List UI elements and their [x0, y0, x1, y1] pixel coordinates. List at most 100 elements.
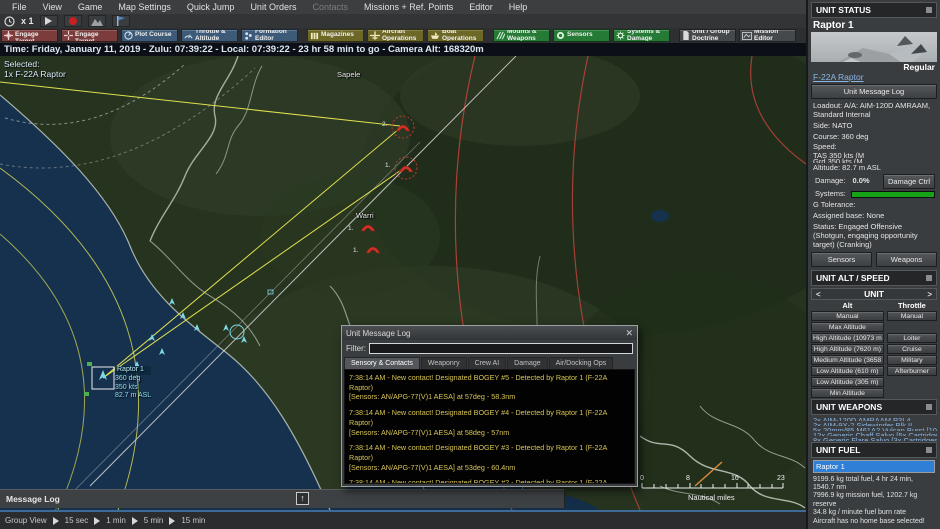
unit-fuel-header: UNIT FUEL: [811, 441, 937, 458]
aircraft-icon: [370, 31, 380, 40]
assigned-base-text: Assigned base: None: [813, 210, 885, 220]
interval-5min[interactable]: 5 min: [144, 516, 164, 525]
throttle-military-button[interactable]: Military: [886, 355, 937, 366]
step-15sec-icon[interactable]: [52, 516, 59, 525]
weapon-link-flare[interactable]: 8x Generic Flare Salvo [3x Cartridges, D…: [811, 436, 937, 441]
mission-editor-button[interactable]: Mission Editor: [739, 29, 796, 42]
alt-high-10973-button[interactable]: High Altitude (10973 m: [811, 333, 884, 344]
group-view-label[interactable]: Group View: [5, 516, 47, 525]
manual-engage-target-button[interactable]: Manual Engage Target: [61, 29, 118, 42]
throttle-cruise-button[interactable]: Cruise: [886, 344, 937, 355]
menu-quick-jump[interactable]: Quick Jump: [179, 2, 243, 12]
systems-damage-button[interactable]: Systems & Damage: [613, 29, 670, 42]
proficiency-label: Regular: [903, 62, 935, 73]
unit-status-panel: UNIT STATUS Raptor 1 Regular F-22A Rapto…: [806, 0, 940, 529]
fuel-total: 9199.6 kg total fuel, 4 hr 24 min, 1540.…: [813, 475, 914, 492]
unit-type-link[interactable]: F-22A Raptor: [811, 72, 937, 82]
svg-text:1.: 1.: [348, 225, 354, 232]
throttle-manual-button[interactable]: Manual: [886, 311, 937, 322]
throttle-altitude-button[interactable]: Throttle & Altitude: [181, 29, 238, 42]
flag-button[interactable]: [111, 15, 130, 27]
alt-column-header: Alt: [842, 301, 853, 311]
alt-high-7620-button[interactable]: High Altitude (7620 m): [811, 344, 884, 355]
unit-weapons-header: UNIT WEAPONS: [811, 399, 937, 416]
alt-low-305-button[interactable]: Low Altitude (305 m): [811, 377, 884, 388]
play-button[interactable]: [39, 15, 58, 27]
menu-game[interactable]: Game: [70, 2, 111, 12]
callout-speed: 350 kts: [115, 383, 138, 391]
doctrine-doc-icon: [683, 31, 689, 40]
auto-engage-icon: [4, 31, 13, 40]
alt-max-button[interactable]: Max Altitude: [811, 322, 884, 333]
unit-orders-toolbar: Auto Engage Target Manual Engage Target …: [0, 28, 806, 43]
time-compression-label: x 1: [21, 16, 34, 26]
fuel-unit-list[interactable]: Raptor 1: [813, 459, 935, 473]
menu-missions-ref-points[interactable]: Missions + Ref. Points: [356, 2, 461, 12]
interval-15min[interactable]: 15 min: [181, 516, 205, 525]
plot-course-button[interactable]: Plot Course: [121, 29, 178, 42]
magazines-button[interactable]: Magazines: [307, 29, 364, 42]
tab-air-docking-ops[interactable]: Air/Docking Ops: [548, 357, 614, 369]
svg-text:Nautical miles: Nautical miles: [688, 493, 735, 502]
window-title-bar[interactable]: Unit Message Log ✕: [342, 326, 637, 340]
unit-message-log-button[interactable]: Unit Message Log: [811, 84, 937, 100]
step-5min-icon[interactable]: [131, 516, 138, 525]
filter-input[interactable]: [369, 342, 633, 354]
pin-icon[interactable]: [926, 7, 932, 13]
close-icon[interactable]: ✕: [625, 328, 633, 339]
sensors-weapons-row: Sensors Weapons: [811, 252, 937, 268]
callout-course: 360 deg: [115, 374, 141, 382]
throttle-loiter-button[interactable]: Loiter: [886, 333, 937, 344]
boat-operations-button[interactable]: Boat Operations: [427, 29, 484, 42]
alt-medium-3658-button[interactable]: Medium Altitude (3658: [811, 355, 884, 366]
message-list[interactable]: 7:38:14 AM - New contact! Designated BOG…: [344, 369, 635, 484]
step-15min-icon[interactable]: [169, 516, 176, 525]
menu-file[interactable]: File: [4, 2, 35, 12]
prev-arrow-icon[interactable]: <: [812, 290, 825, 299]
tab-crew-ai[interactable]: Crew AI: [467, 357, 507, 369]
menu-view[interactable]: View: [35, 2, 70, 12]
tab-weaponry[interactable]: Weaponry: [420, 357, 467, 369]
pin-icon[interactable]: [926, 446, 932, 453]
screenshot-button[interactable]: [87, 15, 106, 27]
mounts-weapons-button[interactable]: Mounts & Weapons: [493, 29, 550, 42]
scope-label: UNIT: [864, 289, 884, 300]
unit-group-doctrine-button[interactable]: Unit / Group Doctrine: [679, 29, 736, 42]
alt-low-610-button[interactable]: Low Altitude (610 m): [811, 366, 884, 377]
record-button[interactable]: [63, 15, 82, 27]
expand-message-log-button[interactable]: ↑: [296, 492, 309, 505]
menu-map-settings[interactable]: Map Settings: [110, 2, 179, 12]
weapons-button[interactable]: Weapons: [876, 252, 937, 268]
message-entry: 7:38:14 AM - New contact! Designated BOG…: [349, 478, 607, 484]
message-log-dock[interactable]: Message Log: [0, 489, 565, 508]
mounts-icon: [496, 31, 505, 40]
sensors-button[interactable]: Sensors: [811, 252, 872, 268]
tab-damage[interactable]: Damage: [507, 357, 548, 369]
sensors-button-toolbar[interactable]: Sensors: [553, 29, 610, 42]
fuel-selected-unit[interactable]: Raptor 1: [814, 460, 934, 472]
step-1min-icon[interactable]: [94, 516, 101, 525]
menu-editor[interactable]: Editor: [461, 2, 501, 12]
mission-editor-icon: [742, 31, 752, 40]
alt-min-button[interactable]: Min Altitude: [811, 388, 884, 399]
scope-selector: < UNIT >: [811, 288, 937, 301]
systems-health-bar: [850, 191, 935, 199]
clock-icon[interactable]: [4, 15, 15, 27]
damage-label: Damage:: [815, 176, 846, 186]
interval-15sec[interactable]: 15 sec: [65, 516, 89, 525]
menu-help[interactable]: Help: [501, 2, 536, 12]
aircraft-operations-button[interactable]: Aircraft Operations: [367, 29, 424, 42]
menu-unit-orders[interactable]: Unit Orders: [242, 2, 304, 12]
throttle-afterburner-button[interactable]: Afterburner: [886, 366, 937, 377]
tab-sensory-contacts[interactable]: Sensory & Contacts: [344, 357, 420, 369]
f22-photo-art: [838, 36, 927, 63]
next-arrow-icon[interactable]: >: [923, 290, 936, 299]
auto-engage-target-button[interactable]: Auto Engage Target: [1, 29, 58, 42]
formation-editor-button[interactable]: Formation Editor: [241, 29, 298, 42]
g-tolerance-text: G Tolerance:: [813, 200, 856, 210]
pin-icon[interactable]: [926, 404, 932, 411]
alt-manual-button[interactable]: Manual: [811, 311, 884, 322]
pin-icon[interactable]: [926, 275, 932, 282]
interval-1min[interactable]: 1 min: [106, 516, 126, 525]
damage-ctrl-button[interactable]: Damage Ctrl: [883, 174, 935, 190]
